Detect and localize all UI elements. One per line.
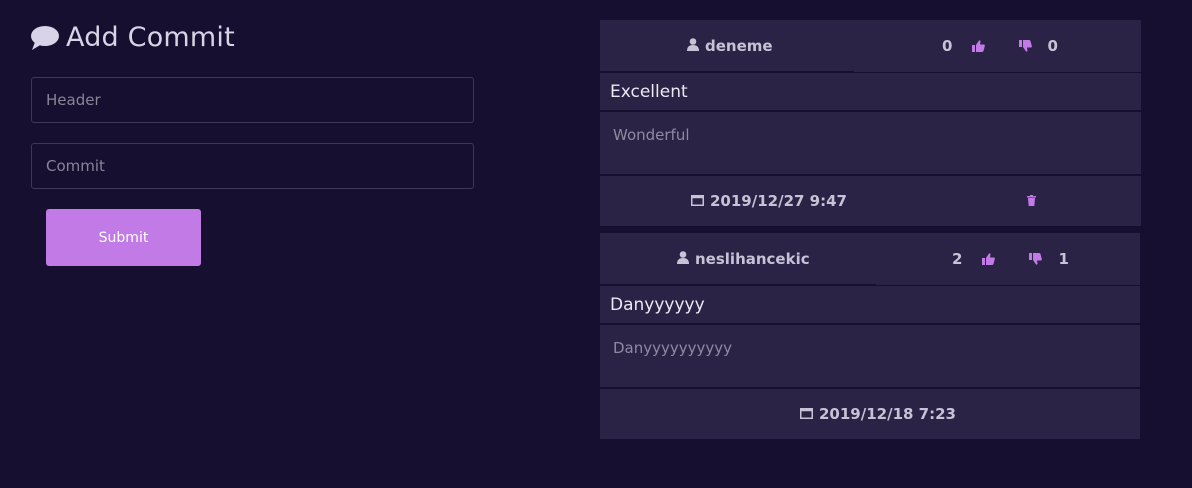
vote-group: 0 0 bbox=[942, 20, 1058, 72]
page: Add Commit Submit deneme 0 0 bbox=[0, 0, 1192, 488]
comment-card: deneme 0 0 Excellent Wonderful 2019/12/2… bbox=[600, 20, 1141, 226]
comment-bubble-icon bbox=[30, 25, 60, 51]
comment-card: neslihancekic 2 1 Danyyyyyy Danyyyyyyyyy… bbox=[600, 233, 1140, 439]
comment-user-name: deneme bbox=[705, 37, 773, 55]
thumbs-down-icon[interactable] bbox=[1019, 40, 1033, 52]
dislike-count: 0 bbox=[1047, 37, 1058, 55]
comment-footer-row: 2019/12/18 7:23 bbox=[600, 389, 1140, 439]
comment-user: neslihancekic bbox=[677, 233, 810, 285]
comment-title: Excellent bbox=[600, 73, 1141, 110]
vote-group: 2 1 bbox=[952, 233, 1069, 285]
comment-user: deneme bbox=[687, 20, 773, 72]
commit-input[interactable] bbox=[31, 143, 474, 189]
dislike-count: 1 bbox=[1058, 250, 1069, 268]
user-icon bbox=[677, 250, 689, 268]
header-divider bbox=[600, 284, 876, 285]
comment-date-text: 2019/12/18 7:23 bbox=[819, 405, 956, 423]
submit-button[interactable]: Submit bbox=[46, 209, 201, 266]
calendar-icon bbox=[800, 405, 813, 423]
comment-date: 2019/12/27 9:47 bbox=[691, 176, 847, 226]
comment-title: Danyyyyyy bbox=[600, 286, 1140, 323]
comment-body: Wonderful bbox=[600, 112, 1141, 174]
calendar-icon bbox=[691, 192, 704, 210]
trash-icon[interactable] bbox=[1027, 195, 1036, 206]
header-input[interactable] bbox=[31, 77, 474, 123]
thumbs-up-icon[interactable] bbox=[982, 253, 996, 265]
comment-body: Danyyyyyyyyyy bbox=[600, 325, 1140, 387]
comment-date-text: 2019/12/27 9:47 bbox=[710, 192, 847, 210]
thumbs-down-icon[interactable] bbox=[1029, 253, 1043, 265]
form-title-text: Add Commit bbox=[66, 22, 235, 53]
form-title: Add Commit bbox=[30, 22, 235, 53]
comment-user-name: neslihancekic bbox=[695, 250, 810, 268]
thumbs-up-icon[interactable] bbox=[972, 40, 986, 52]
comment-header-row: neslihancekic 2 1 bbox=[600, 233, 1140, 285]
user-icon bbox=[687, 37, 699, 55]
header-divider bbox=[600, 71, 854, 72]
comment-date: 2019/12/18 7:23 bbox=[800, 389, 956, 439]
comment-footer-row: 2019/12/27 9:47 bbox=[600, 176, 1141, 226]
like-count: 0 bbox=[942, 37, 953, 55]
like-count: 2 bbox=[952, 250, 963, 268]
comment-header-row: deneme 0 0 bbox=[600, 20, 1141, 72]
